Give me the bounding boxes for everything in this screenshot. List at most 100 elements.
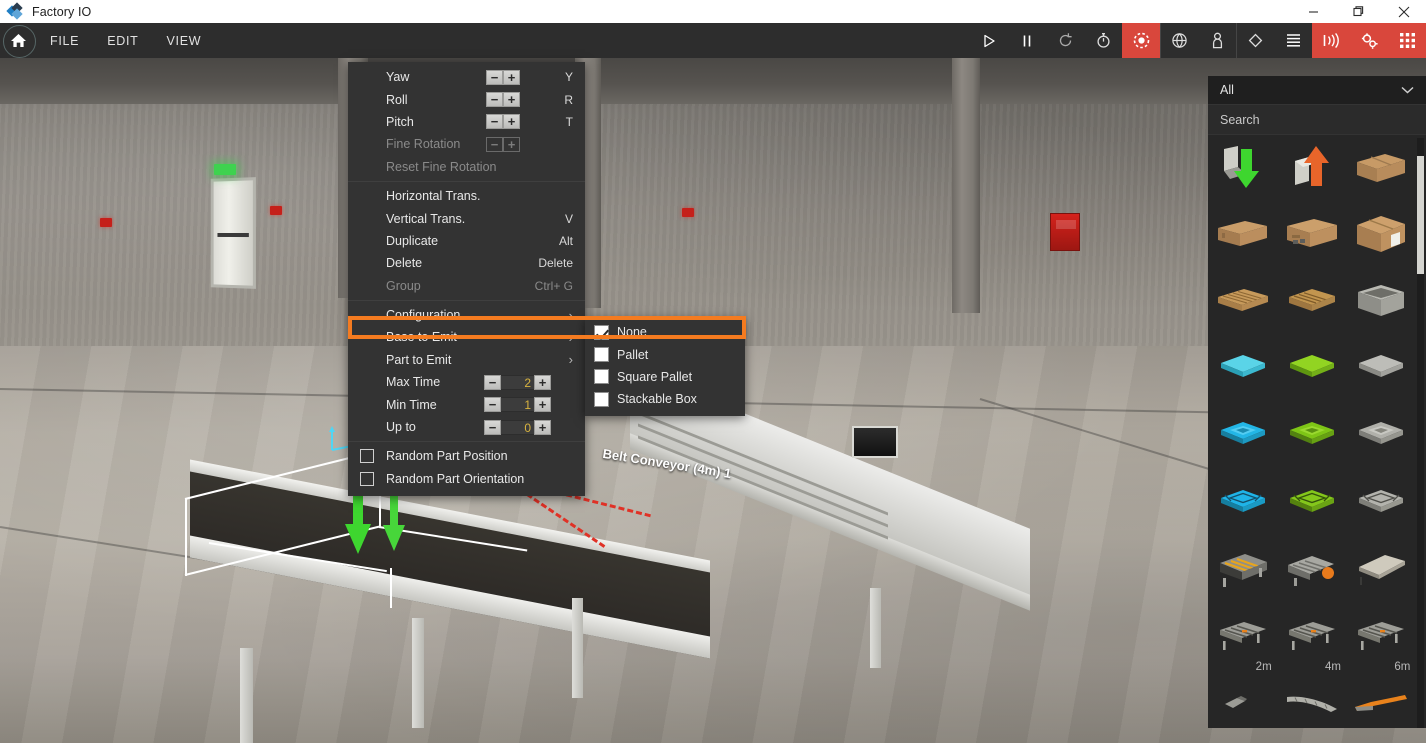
increment-button[interactable]: + bbox=[534, 374, 551, 390]
up-to-stepper[interactable]: − 0 + bbox=[484, 419, 551, 435]
reset-button[interactable] bbox=[1046, 23, 1084, 58]
palette-item-blue-part[interactable] bbox=[1212, 474, 1274, 536]
menu-item-roll[interactable]: Roll − + R bbox=[348, 88, 585, 110]
submenu-item-pallet[interactable]: Pallet bbox=[585, 343, 745, 365]
random-part-position-checkbox[interactable] bbox=[360, 449, 374, 464]
snap-button[interactable] bbox=[1236, 23, 1274, 58]
menu-edit[interactable]: EDIT bbox=[93, 23, 152, 58]
random-part-orientation-checkbox[interactable] bbox=[360, 471, 374, 486]
min-time-stepper[interactable]: − 1 + bbox=[484, 397, 551, 413]
palette-scrollbar[interactable] bbox=[1417, 138, 1424, 728]
palette-item-curved-conveyor[interactable] bbox=[1281, 675, 1343, 737]
palette-item-roller-station[interactable] bbox=[1212, 541, 1274, 603]
menu-item-max-time[interactable]: Max Time − 2 + bbox=[348, 371, 585, 393]
palette-item-square-pallet[interactable] bbox=[1281, 273, 1343, 335]
sensors-button[interactable] bbox=[1312, 23, 1350, 58]
menu-view[interactable]: VIEW bbox=[152, 23, 215, 58]
close-icon[interactable] bbox=[1381, 0, 1426, 23]
camera-orbit-button[interactable] bbox=[1122, 23, 1160, 58]
io-drivers-button[interactable] bbox=[1350, 23, 1388, 58]
play-button[interactable] bbox=[970, 23, 1008, 58]
increment-button[interactable]: + bbox=[503, 114, 520, 130]
palette-item-metal-pad[interactable] bbox=[1350, 340, 1412, 402]
palette-item-green-part[interactable] bbox=[1281, 474, 1343, 536]
palette-item-large-box[interactable] bbox=[1350, 206, 1412, 268]
menu-item-horizontal-trans[interactable]: Horizontal Trans. bbox=[348, 185, 585, 207]
decrement-button[interactable]: − bbox=[484, 397, 501, 413]
first-person-button[interactable] bbox=[1198, 23, 1236, 58]
roll-stepper[interactable]: − + bbox=[486, 92, 520, 108]
stackable-box-checkbox[interactable] bbox=[594, 391, 609, 407]
menu-item-random-part-position[interactable]: Random Part Position bbox=[348, 445, 585, 467]
palette-item-emitter[interactable] bbox=[1212, 139, 1274, 201]
palette-item-roller-conveyor-6m[interactable]: 6m bbox=[1350, 608, 1412, 673]
menu-item-duplicate[interactable]: Duplicate Alt bbox=[348, 230, 585, 252]
menu-item-delete[interactable]: Delete Delete bbox=[348, 252, 585, 274]
palette-item-remover[interactable] bbox=[1281, 139, 1343, 201]
menu-item-configuration[interactable]: Configuration › bbox=[348, 304, 585, 326]
decrement-button[interactable]: − bbox=[486, 69, 503, 85]
increment-button[interactable]: + bbox=[534, 397, 551, 413]
menu-item-pitch[interactable]: Pitch − + T bbox=[348, 111, 585, 133]
palette-item-plastic-crate[interactable] bbox=[1350, 273, 1412, 335]
palette-filter-dropdown[interactable]: All bbox=[1208, 76, 1426, 105]
palette-item-metal-part[interactable] bbox=[1350, 474, 1412, 536]
increment-button[interactable]: + bbox=[534, 419, 551, 435]
palette-item-roller-conveyor-2m[interactable]: 2m bbox=[1212, 608, 1274, 673]
yaw-stepper[interactable]: − + bbox=[486, 69, 520, 85]
context-menu[interactable]: Yaw − + Y Roll − + R Pitch − + T Fine Ro… bbox=[348, 62, 585, 497]
submenu-item-square-pallet[interactable]: Square Pallet bbox=[585, 366, 745, 388]
camera-fly-button[interactable] bbox=[1160, 23, 1198, 58]
palette-item-pallet[interactable] bbox=[1212, 273, 1274, 335]
palette-item-blue-pad[interactable] bbox=[1212, 340, 1274, 402]
pallet-checkbox[interactable] bbox=[594, 347, 609, 363]
menu-item-min-time[interactable]: Min Time − 1 + bbox=[348, 393, 585, 415]
palette-item-small-box[interactable] bbox=[1212, 206, 1274, 268]
menu-item-part-to-emit[interactable]: Part to Emit › bbox=[348, 349, 585, 371]
palette-item-chute[interactable] bbox=[1350, 541, 1412, 603]
square-pallet-checkbox[interactable] bbox=[594, 369, 609, 385]
palette-item-medium-box[interactable] bbox=[1281, 206, 1343, 268]
belt-conveyor-branch[interactable] bbox=[630, 367, 1050, 678]
palette-item-metal-lid[interactable] bbox=[1350, 407, 1412, 469]
palette-item-motorized-roller[interactable] bbox=[1281, 541, 1343, 603]
increment-button[interactable]: + bbox=[503, 92, 520, 108]
timescale-button[interactable] bbox=[1084, 23, 1122, 58]
menu-item-up-to[interactable]: Up to − 0 + bbox=[348, 416, 585, 438]
decrement-button[interactable]: − bbox=[486, 114, 503, 130]
menu-item-random-part-orientation[interactable]: Random Part Orientation bbox=[348, 468, 585, 490]
none-checkbox[interactable] bbox=[594, 324, 609, 340]
menu-item-vertical-trans[interactable]: Vertical Trans. V bbox=[348, 207, 585, 229]
scrollbar-thumb[interactable] bbox=[1417, 156, 1424, 274]
palette-item-blue-lid[interactable] bbox=[1212, 407, 1274, 469]
palette-item-green-pad[interactable] bbox=[1281, 340, 1343, 402]
menu-file[interactable]: FILE bbox=[36, 23, 93, 58]
submenu-item-stackable-box[interactable]: Stackable Box bbox=[585, 388, 745, 410]
max-time-stepper[interactable]: − 2 + bbox=[484, 374, 551, 390]
menu-item-base-to-emit[interactable]: Base to Emit › bbox=[348, 326, 585, 348]
palette-item-roller-conveyor-4m[interactable]: 4m bbox=[1281, 608, 1343, 673]
palette-item-stopper-blade[interactable] bbox=[1350, 675, 1412, 737]
palette-item-corner-piece[interactable] bbox=[1212, 675, 1274, 737]
search-input[interactable] bbox=[1220, 112, 1414, 127]
palette-search-row[interactable] bbox=[1208, 105, 1426, 135]
decrement-button[interactable]: − bbox=[484, 374, 501, 390]
increment-button[interactable]: + bbox=[503, 69, 520, 85]
min-time-value[interactable]: 1 bbox=[501, 397, 534, 413]
base-to-emit-submenu[interactable]: None Pallet Square Pallet Stackable Box bbox=[585, 318, 745, 416]
parts-palette[interactable]: All Search 2m 4m 6m bbox=[1208, 76, 1426, 728]
palette-item-pallet-box[interactable] bbox=[1350, 139, 1412, 201]
minimize-icon[interactable] bbox=[1291, 0, 1336, 23]
decrement-button[interactable]: − bbox=[486, 92, 503, 108]
palette-button[interactable] bbox=[1388, 23, 1426, 58]
restore-icon[interactable] bbox=[1336, 0, 1381, 23]
max-time-value[interactable]: 2 bbox=[501, 374, 534, 390]
pitch-stepper[interactable]: − + bbox=[486, 114, 520, 130]
scene-list-button[interactable] bbox=[1274, 23, 1312, 58]
submenu-item-none[interactable]: None bbox=[585, 321, 745, 343]
palette-item-green-lid[interactable] bbox=[1281, 407, 1343, 469]
menu-item-yaw[interactable]: Yaw − + Y bbox=[348, 66, 585, 88]
pause-button[interactable] bbox=[1008, 23, 1046, 58]
home-button[interactable] bbox=[0, 23, 36, 58]
decrement-button[interactable]: − bbox=[484, 419, 501, 435]
